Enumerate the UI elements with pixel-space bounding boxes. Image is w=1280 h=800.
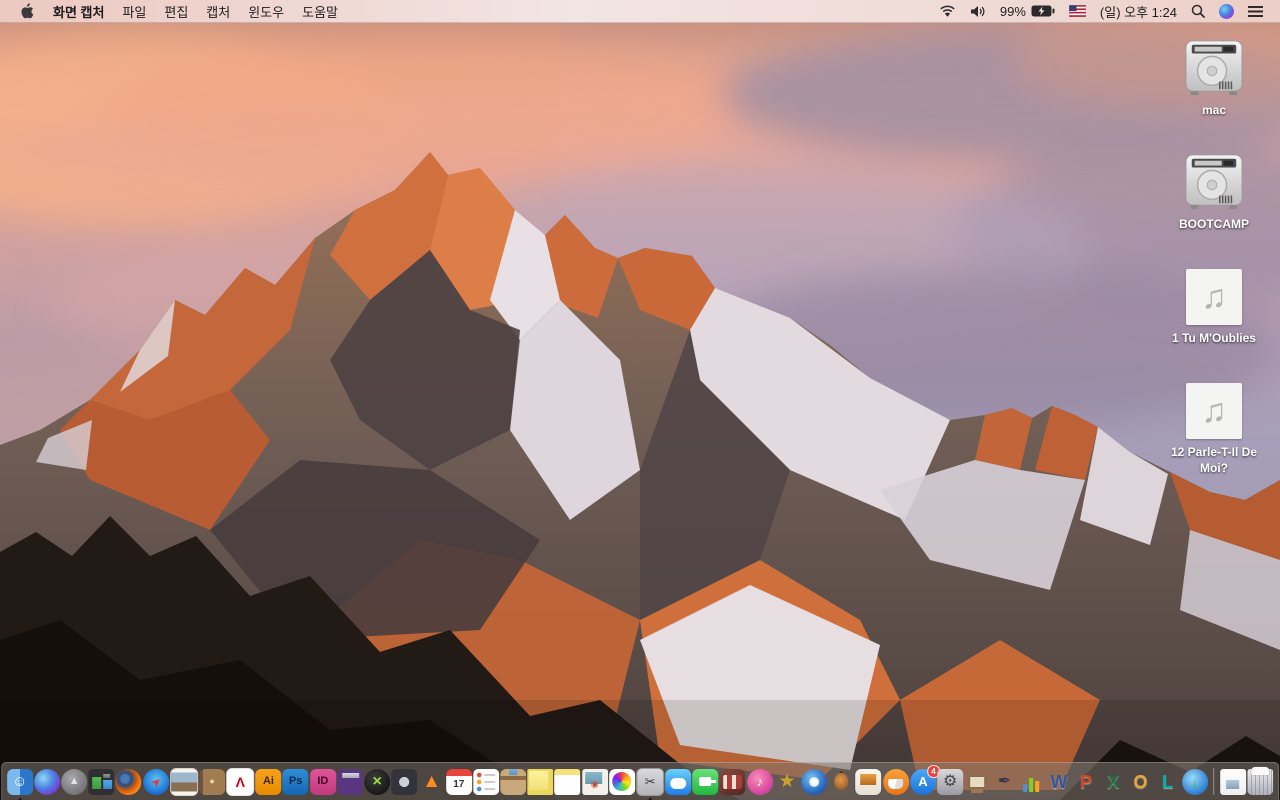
desktop-icon-label: 1 Tu M'Oublies: [1172, 331, 1256, 345]
desktop: 화면 캡처 파일 편집 캡처 윈도우 도움말 99% (일) 오후 1:24 m…: [0, 0, 1280, 800]
desktop-icon-bootcamp[interactable]: BOOTCAMP: [1166, 147, 1262, 233]
dock-icon-firefox[interactable]: [115, 768, 142, 795]
dock-icon-app-store[interactable]: A4: [909, 764, 940, 795]
volume-icon[interactable]: [963, 0, 993, 22]
desktop-icon-12-parle-t-il-de-moi-[interactable]: ♫ 12 Parle-T-Il De Moi?: [1166, 375, 1262, 476]
dock-icon-toast[interactable]: [337, 768, 364, 795]
dock-icon-photo-booth[interactable]: [719, 768, 746, 795]
dock-icon-illustrator[interactable]: Ai: [255, 768, 282, 795]
apple-menu[interactable]: [14, 0, 44, 22]
hard-drive-icon: [1185, 40, 1243, 96]
dock-icon-downloader[interactable]: ↓: [1181, 768, 1208, 795]
dock-icon-pages[interactable]: ✒: [992, 769, 1018, 795]
menu-app-name[interactable]: 화면 캡처: [44, 0, 113, 22]
dock-icon-notes[interactable]: [554, 768, 581, 795]
dock-icon-image-capture[interactable]: ◉: [581, 768, 608, 795]
dock-icon-launchpad[interactable]: ▲: [61, 768, 88, 795]
dock-icon-system-preferences[interactable]: ⚙: [937, 768, 964, 795]
desktop-icon-label: mac: [1201, 103, 1227, 117]
dock-icon-lync[interactable]: L: [1155, 769, 1181, 795]
notification-center-icon[interactable]: [1241, 0, 1270, 22]
audio-file-icon: ♫: [1186, 383, 1242, 439]
desktop-icon-label: 12 Parle-T-Il De Moi?: [1170, 445, 1258, 475]
apple-logo-icon: [21, 3, 34, 19]
desktop-icon-label: BOOTCAMP: [1179, 217, 1249, 231]
dock-icon-dvd-player[interactable]: [391, 768, 418, 795]
dock-icon-preview[interactable]: [169, 767, 198, 796]
dock-icon-photos[interactable]: [608, 768, 635, 795]
dock-icon-finder[interactable]: ☺: [6, 768, 33, 800]
dock-icon-idvd[interactable]: [801, 768, 828, 795]
audio-file-icon: ♫: [1186, 269, 1242, 325]
dock-icon-acrobat-reader[interactable]: Λ: [226, 767, 255, 796]
dock-icon-itunes[interactable]: ♪: [746, 768, 773, 795]
menu-item-3[interactable]: 윈도우: [239, 0, 293, 22]
wifi-icon[interactable]: [932, 0, 963, 22]
dock-icon-excel[interactable]: X: [1100, 769, 1126, 795]
dock-icon-contacts[interactable]: ●: [199, 768, 226, 795]
dock-icon-media-player-x[interactable]: ×: [364, 768, 391, 795]
dock-icon-powerpoint[interactable]: P: [1073, 769, 1099, 795]
dock-icon-imovie[interactable]: ★: [774, 769, 800, 795]
dock-icon-document[interactable]: [1220, 768, 1247, 795]
desktop-icon-mac[interactable]: mac: [1166, 33, 1262, 119]
dock-icon-vlc[interactable]: ▲: [419, 769, 445, 795]
dock-icon-outlook[interactable]: O: [1127, 769, 1153, 795]
dock-icon-garageband[interactable]: [828, 769, 854, 795]
dock-icon-mission-control[interactable]: [88, 768, 115, 795]
clock[interactable]: (일) 오후 1:24: [1093, 0, 1184, 22]
dock-icon-grab[interactable]: ✂: [636, 767, 665, 800]
menu-item-0[interactable]: 파일: [113, 0, 155, 22]
dock-icon-numbers[interactable]: [1019, 769, 1045, 795]
menu-bar: 화면 캡처 파일 편집 캡처 윈도우 도움말 99% (일) 오후 1:24: [0, 0, 1280, 23]
dock-icon-ibooks[interactable]: [882, 768, 909, 795]
dock-icon-word[interactable]: W: [1046, 769, 1072, 795]
dock-icon-archive-utility[interactable]: [500, 768, 527, 795]
menu-item-1[interactable]: 편집: [155, 0, 197, 22]
dock-icon-facetime[interactable]: [692, 768, 719, 795]
desktop-icon-1-tu-m-oublies[interactable]: ♫ 1 Tu M'Oublies: [1166, 261, 1262, 347]
menu-bar-status: 99% (일) 오후 1:24: [932, 0, 1280, 22]
input-source-flag-us[interactable]: [1062, 0, 1093, 22]
dock: ☺ ▲ ➤ ● Λ Ai Ps ID × ▲ 17 ◉ ✂ ♪ ★ A 4 ⚙ ✒ W P X O L ↓: [1, 762, 1279, 800]
siri-icon[interactable]: [1212, 0, 1241, 22]
dock-icon-reminders[interactable]: [472, 768, 499, 795]
dock-icon-calendar[interactable]: 17: [445, 768, 472, 795]
menu-item-4[interactable]: 도움말: [293, 0, 347, 22]
dock-icon-messages[interactable]: [665, 768, 692, 795]
spotlight-icon[interactable]: [1184, 0, 1212, 22]
battery-percent: 99%: [999, 3, 1026, 19]
dock-icon-safari[interactable]: ➤: [142, 768, 169, 795]
dock-icon-indesign[interactable]: ID: [309, 768, 336, 795]
dock-icon-siri[interactable]: [33, 768, 60, 795]
wallpaper-sierra: [0, 0, 1280, 800]
menu-bar-left: 화면 캡처 파일 편집 캡처 윈도우 도움말: [0, 0, 347, 22]
battery-charging-icon: [1031, 5, 1055, 17]
hard-drive-icon: [1185, 154, 1243, 210]
dock-icon-keynote[interactable]: [964, 769, 990, 795]
battery-status[interactable]: 99%: [993, 0, 1062, 22]
dock-icon-trash[interactable]: [1247, 766, 1274, 795]
dock-icon-iweb[interactable]: [855, 768, 882, 795]
menu-item-2[interactable]: 캡처: [197, 0, 239, 22]
dock-icon-stickies[interactable]: [527, 768, 554, 795]
dock-separator: [1213, 768, 1215, 795]
dock-icon-photoshop[interactable]: Ps: [282, 768, 309, 795]
